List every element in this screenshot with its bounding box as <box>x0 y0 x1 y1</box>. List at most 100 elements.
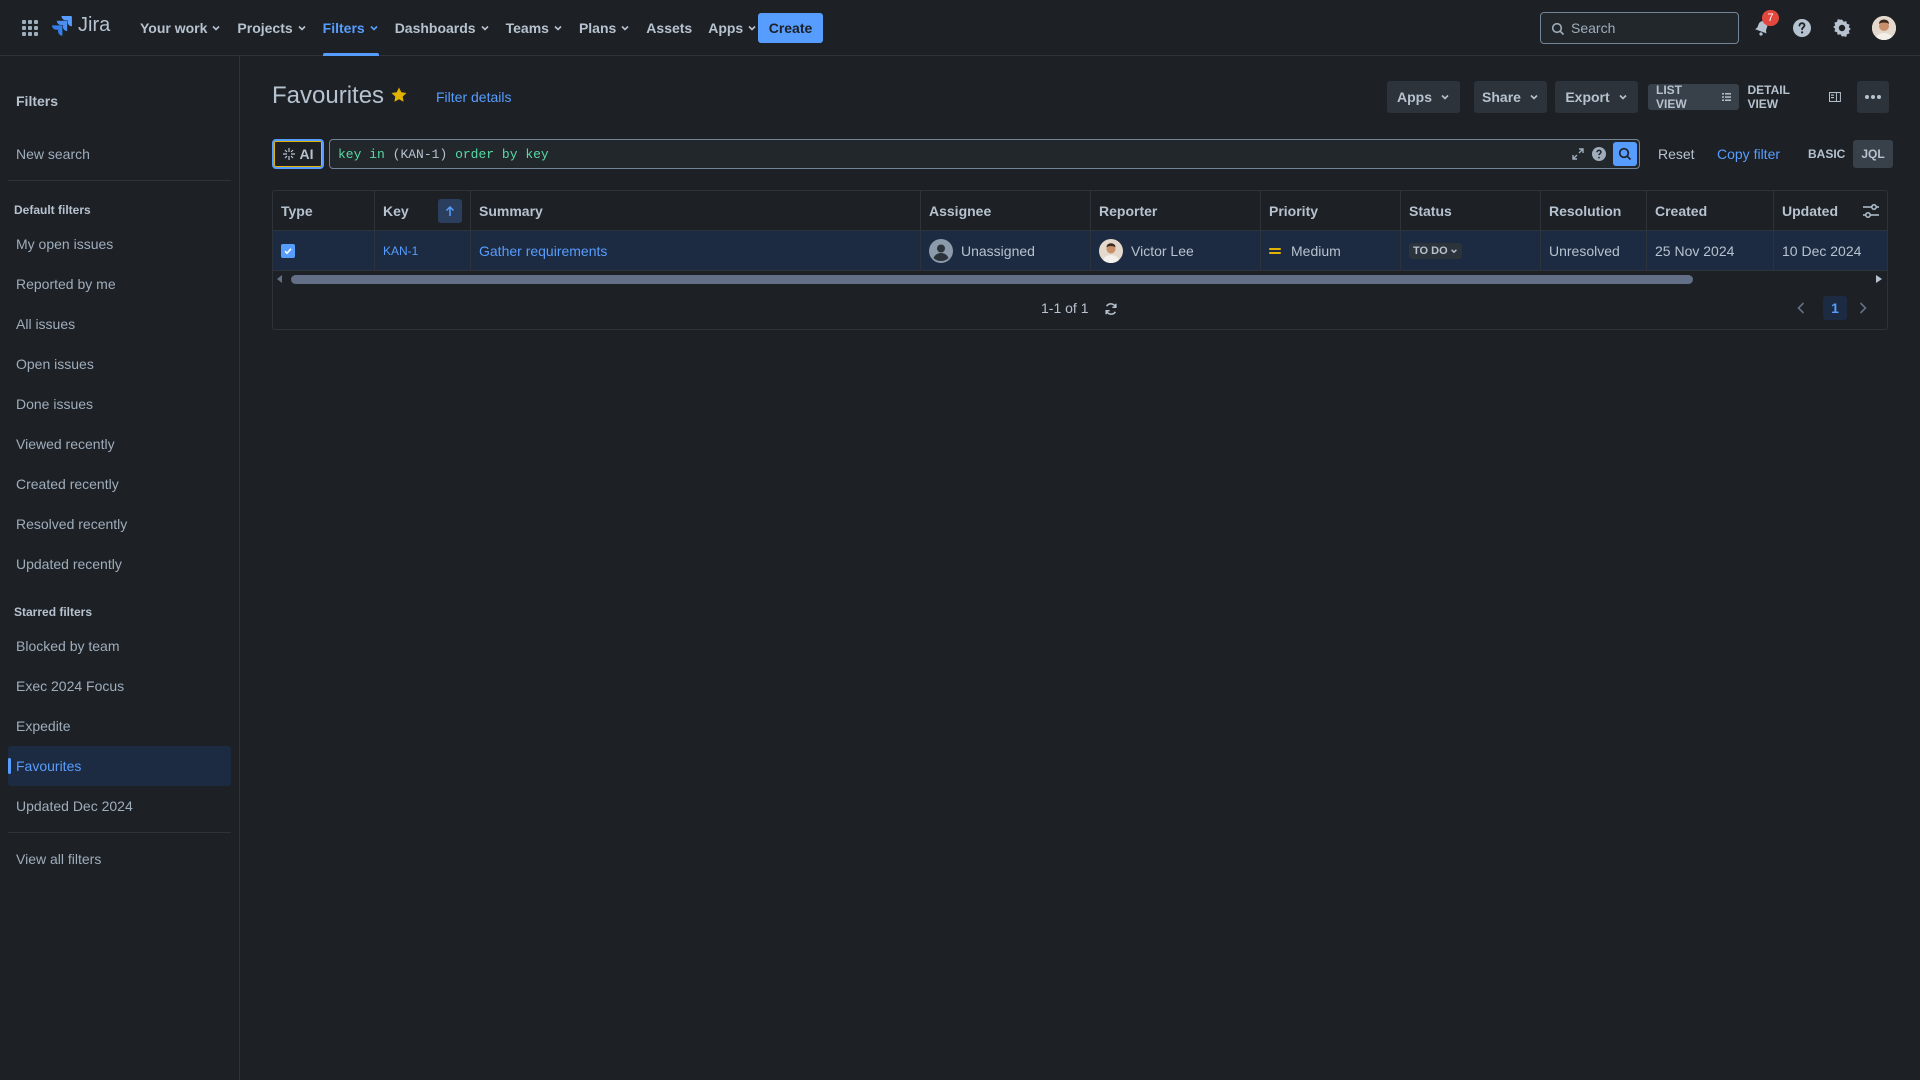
filter-details-link[interactable]: Filter details <box>436 89 511 105</box>
sidebar-item-resolved-recently[interactable]: Resolved recently <box>8 504 231 544</box>
sidebar-item-updated-dec-2024[interactable]: Updated Dec 2024 <box>8 786 231 826</box>
sidebar-item-view-all-filters[interactable]: View all filters <box>8 839 231 879</box>
nav-assets[interactable]: Assets <box>638 0 700 56</box>
chevron-down-icon <box>554 25 562 31</box>
cell-assignee[interactable]: Unassigned <box>921 231 1091 271</box>
refresh-icon[interactable] <box>1104 302 1118 316</box>
syntax-help-icon[interactable] <box>1591 146 1607 162</box>
nav-filters[interactable]: Filters <box>315 0 387 56</box>
search-input[interactable] <box>1571 20 1731 36</box>
column-header-resolution[interactable]: Resolution <box>1541 191 1647 231</box>
scroll-left-icon[interactable] <box>277 275 283 283</box>
issue-key-link[interactable]: KAN-1 <box>383 244 418 258</box>
settings-button[interactable] <box>1830 16 1854 40</box>
sidebar-item-done-issues[interactable]: Done issues <box>8 384 231 424</box>
more-actions-button[interactable] <box>1857 81 1889 113</box>
sidebar-item-expedite[interactable]: Expedite <box>8 706 231 746</box>
previous-page-icon[interactable] <box>1797 302 1805 314</box>
basic-mode-button[interactable]: BASIC <box>1800 140 1853 168</box>
column-settings-icon[interactable] <box>1862 203 1880 219</box>
table-row[interactable]: KAN-1 Gather requirements Unassigned Vic… <box>273 231 1887 271</box>
sidebar-item-blocked-by-team[interactable]: Blocked by team <box>8 626 231 666</box>
nav-dashboards[interactable]: Dashboards <box>387 0 498 56</box>
help-button[interactable] <box>1790 16 1814 40</box>
cell-priority[interactable]: Medium <box>1261 231 1401 271</box>
app-switcher-icon[interactable] <box>20 18 40 38</box>
column-header-reporter[interactable]: Reporter <box>1091 191 1261 231</box>
pagination-count: 1-1 of 1 <box>1041 300 1089 316</box>
star-filter-button[interactable] <box>390 86 408 104</box>
sidebar-item-open-issues[interactable]: Open issues <box>8 344 231 384</box>
chevron-down-icon <box>370 25 378 31</box>
profile-avatar[interactable] <box>1872 16 1896 40</box>
jql-token: order <box>455 146 495 162</box>
nav-label: Projects <box>237 20 293 36</box>
sidebar-item-new-search[interactable]: New search <box>8 134 231 174</box>
issue-summary-link[interactable]: Gather requirements <box>479 243 607 259</box>
apps-button[interactable]: Apps <box>1387 81 1460 113</box>
pagination-bar: 1-1 of 1 1 <box>273 287 1887 329</box>
nav-plans[interactable]: Plans <box>571 0 638 56</box>
sidebar-item-created-recently[interactable]: Created recently <box>8 464 231 504</box>
cell-updated: 10 Dec 2024 <box>1782 243 1862 259</box>
export-button[interactable]: Export <box>1555 81 1638 113</box>
expand-icon[interactable] <box>1571 147 1585 161</box>
column-header-summary[interactable]: Summary <box>471 191 921 231</box>
sidebar-item-favourites[interactable]: Favourites <box>8 746 231 786</box>
reset-button[interactable]: Reset <box>1658 146 1695 162</box>
ai-query-button[interactable]: AI <box>272 139 324 169</box>
apps-button-label: Apps <box>1397 89 1432 105</box>
share-button-label: Share <box>1482 89 1521 105</box>
sidebar-item-all-issues[interactable]: All issues <box>8 304 231 344</box>
list-view-button[interactable]: LIST VIEW <box>1648 83 1740 111</box>
star-icon <box>391 87 407 102</box>
sidebar-item-updated-recently[interactable]: Updated recently <box>8 544 231 584</box>
sidebar-item-viewed-recently[interactable]: Viewed recently <box>8 424 231 464</box>
create-button[interactable]: Create <box>758 13 823 43</box>
nav-teams[interactable]: Teams <box>498 0 571 56</box>
run-search-button[interactable] <box>1613 142 1637 166</box>
jql-token: (KAN-1) <box>392 146 448 162</box>
ai-label: AI <box>299 146 314 162</box>
detail-view-label: DETAIL VIEW <box>1747 83 1790 111</box>
horizontal-scrollbar[interactable] <box>273 272 1887 286</box>
share-button[interactable]: Share <box>1474 81 1547 113</box>
jira-logo-text: Jira <box>78 14 111 36</box>
chevron-down-icon <box>1441 94 1449 100</box>
column-header-type[interactable]: Type <box>273 191 375 231</box>
jql-query-input[interactable]: key in (KAN-1) order by key <box>329 139 1640 169</box>
global-search[interactable] <box>1540 12 1739 44</box>
column-header-status[interactable]: Status <box>1401 191 1541 231</box>
sidebar-item-reported-by-me[interactable]: Reported by me <box>8 264 231 304</box>
sort-ascending-button[interactable] <box>438 199 462 223</box>
cell-reporter[interactable]: Victor Lee <box>1091 231 1261 271</box>
nav-label: Dashboards <box>394 20 476 36</box>
list-icon <box>1721 93 1732 101</box>
scroll-right-icon[interactable] <box>1876 275 1882 283</box>
detail-view-button[interactable]: DETAIL VIEW <box>1739 83 1849 111</box>
sidebar-item-my-open-issues[interactable]: My open issues <box>8 224 231 264</box>
column-header-assignee[interactable]: Assignee <box>921 191 1091 231</box>
detail-view-icon <box>1829 92 1841 102</box>
nav-projects[interactable]: Projects <box>229 0 314 56</box>
column-header-priority[interactable]: Priority <box>1261 191 1401 231</box>
scrollbar-thumb[interactable] <box>291 275 1693 284</box>
copy-filter-button[interactable]: Copy filter <box>1717 146 1780 162</box>
column-header-updated[interactable]: Updated <box>1774 191 1887 231</box>
page-button[interactable]: 1 <box>1823 296 1847 320</box>
chevron-down-icon <box>748 25 756 31</box>
jira-logo[interactable]: Jira <box>52 14 110 37</box>
jql-token: key <box>338 146 362 162</box>
nav-your-work[interactable]: Your work <box>132 0 229 56</box>
sidebar-item-exec-2024-focus[interactable]: Exec 2024 Focus <box>8 666 231 706</box>
column-header-key[interactable]: Key <box>375 191 471 231</box>
jira-logo-icon <box>52 15 72 36</box>
priority-label: Medium <box>1291 243 1341 259</box>
pagination-info: 1-1 of 1 <box>1041 300 1118 316</box>
jql-mode-button[interactable]: JQL <box>1853 140 1893 168</box>
next-page-icon[interactable] <box>1859 302 1867 314</box>
search-icon <box>1618 147 1632 161</box>
nav-apps[interactable]: Apps <box>700 0 765 56</box>
column-header-created[interactable]: Created <box>1647 191 1774 231</box>
status-dropdown[interactable]: TO DO <box>1409 243 1462 259</box>
